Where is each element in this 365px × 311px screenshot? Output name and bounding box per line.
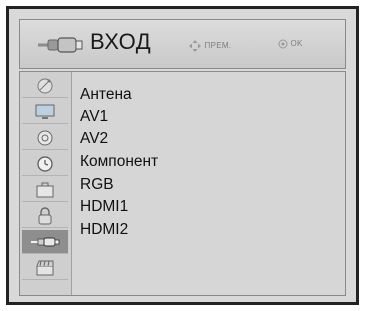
input-option-hdmi1[interactable]: HDMI1 xyxy=(80,197,128,217)
category-sidebar xyxy=(20,72,72,295)
move-hint-label: ПРЕМ. xyxy=(204,41,232,51)
input-option-hdmi2[interactable]: HDMI2 xyxy=(80,220,128,240)
tv-monitor-icon xyxy=(35,104,55,119)
menu-body: Антена AV1 AV2 Компонент RGB HDMI1 HDMI2 xyxy=(19,71,346,296)
input-menu-window: ВХОД ПРЕМ. OK Антена AV1 AV2 Компонент R… xyxy=(6,6,359,305)
sidebar-item-media[interactable] xyxy=(22,256,68,280)
sidebar-item-input[interactable] xyxy=(22,230,68,254)
clock-icon xyxy=(37,155,53,172)
input-option-av1[interactable]: AV1 xyxy=(80,107,108,127)
satellite-dish-icon xyxy=(37,78,53,93)
cable-plug-icon xyxy=(38,37,83,53)
ok-button-icon xyxy=(278,39,288,49)
ok-hint: OK xyxy=(278,39,303,49)
briefcase-icon xyxy=(36,182,54,197)
menu-header: ВХОД ПРЕМ. OK xyxy=(19,19,346,69)
lock-icon xyxy=(38,206,52,224)
speaker-icon xyxy=(37,130,53,145)
direction-arrows-icon xyxy=(189,40,201,52)
sidebar-item-time[interactable] xyxy=(22,152,68,176)
sidebar-item-option[interactable] xyxy=(22,178,68,202)
input-option-antenna[interactable]: Антена xyxy=(80,85,132,105)
sidebar-item-picture[interactable] xyxy=(22,100,68,124)
move-hint: ПРЕМ. xyxy=(188,39,231,53)
sidebar-item-lock[interactable] xyxy=(22,204,68,228)
cable-plug-icon xyxy=(31,237,60,246)
input-option-rgb[interactable]: RGB xyxy=(80,175,114,195)
film-clapper-icon xyxy=(36,260,54,275)
page-title: ВХОД xyxy=(90,29,152,54)
sidebar-item-channel[interactable] xyxy=(22,74,68,98)
ok-hint-label: OK xyxy=(290,39,303,49)
input-option-component[interactable]: Компонент xyxy=(80,152,158,172)
sidebar-item-audio[interactable] xyxy=(22,126,68,150)
input-option-av2[interactable]: AV2 xyxy=(80,129,108,149)
